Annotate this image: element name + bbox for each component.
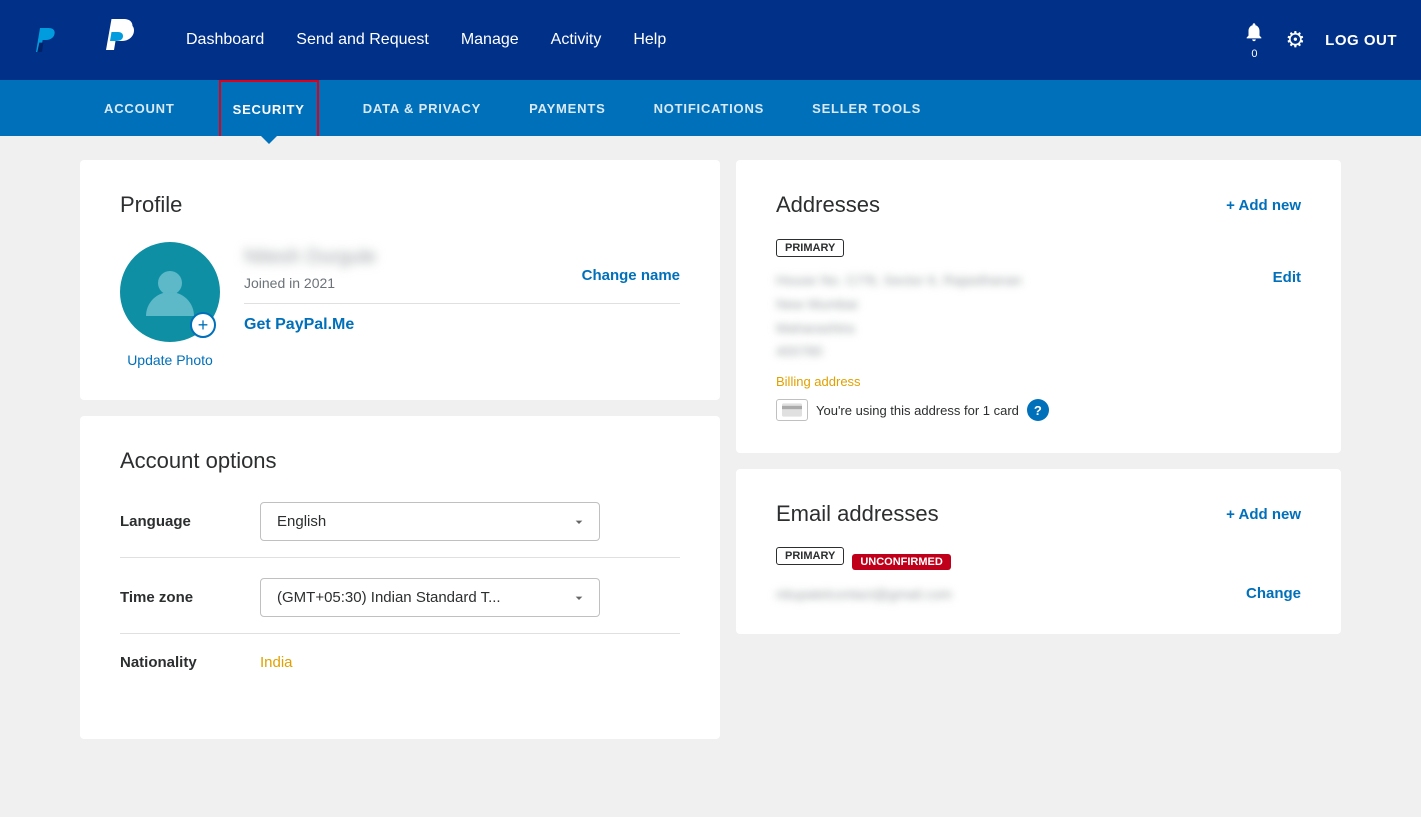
paypal-logo[interactable] [24,20,64,60]
nav-manage[interactable]: Manage [461,31,519,49]
email-unconfirmed-badge: UNCONFIRMED [852,554,951,570]
update-photo-link[interactable]: Update Photo [127,352,213,368]
billing-label: Billing address [776,374,1049,389]
email-header: Email addresses + Add new [776,501,1301,527]
help-icon[interactable]: ? [1027,399,1049,421]
addresses-header: Addresses + Add new [776,192,1301,218]
email-change-link[interactable]: Change [1246,585,1301,602]
address-text: House No. C/78, Sector 6, Rajasthanan Ne… [776,269,1049,364]
subnav-payments[interactable]: PAYMENTS [525,80,609,136]
top-navigation: Dashboard Send and Request Manage Activi… [0,0,1421,80]
bell-count: 0 [1243,48,1265,60]
nationality-row: Nationality India [120,654,680,687]
bell-icon [1243,21,1265,43]
timezone-row: Time zone (GMT+05:30) Indian Standard T.… [120,578,680,634]
account-options-card: Account options Language English Time zo… [80,416,720,739]
subnav-data-privacy[interactable]: DATA & PRIVACY [359,80,485,136]
main-content: Profile + Update Photo Nitesh Durgule [0,136,1421,817]
email-title: Email addresses [776,501,939,527]
nationality-value: India [260,654,680,671]
subnav-notifications[interactable]: NOTIFICATIONS [650,80,769,136]
avatar-circle: + [120,242,220,342]
nav-help[interactable]: Help [633,31,666,49]
logout-button[interactable]: LOG OUT [1325,32,1397,49]
top-nav-links: Dashboard Send and Request Manage Activi… [186,31,1211,49]
avatar-wrap: + Update Photo [120,242,220,368]
profile-divider [244,303,680,304]
nav-send-request[interactable]: Send and Request [296,31,429,49]
nav-dashboard[interactable]: Dashboard [186,31,264,49]
add-email-link[interactable]: + Add new [1226,506,1301,523]
card-usage-row: You're using this address for 1 card ? [776,399,1049,421]
card-icon [776,399,808,421]
email-value: nitupatelcontact@gmail.com [776,586,952,602]
avatar-plus-icon[interactable]: + [190,312,216,338]
nav-activity[interactable]: Activity [551,31,602,49]
address-details: House No. C/78, Sector 6, Rajasthanan Ne… [776,269,1049,421]
notifications-bell[interactable]: 0 [1243,21,1265,60]
address-edit-link[interactable]: Edit [1273,269,1301,421]
timezone-label: Time zone [120,589,260,606]
email-row: nitupatelcontact@gmail.com Change [776,585,1301,602]
profile-card: Profile + Update Photo Nitesh Durgule [80,160,720,400]
get-paypalme-link[interactable]: Get PayPal.Me [244,316,680,334]
left-column: Profile + Update Photo Nitesh Durgule [80,160,720,793]
profile-row: + Update Photo Nitesh Durgule Joined in … [120,242,680,368]
sub-navigation: ACCOUNT SECURITY DATA & PRIVACY PAYMENTS… [0,80,1421,136]
top-nav-right: 0 ⚙ LOG OUT [1243,21,1397,60]
subnav-security[interactable]: SECURITY [219,80,319,136]
card-usage-text: You're using this address for 1 card [816,403,1019,418]
credit-card-icon [782,403,802,417]
timezone-select[interactable]: (GMT+05:30) Indian Standard T... [260,578,600,617]
settings-icon[interactable]: ⚙ [1285,27,1305,53]
language-row: Language English [120,502,680,558]
addresses-card: Addresses + Add new PRIMARY House No. C/… [736,160,1341,453]
email-addresses-card: Email addresses + Add new PRIMARY UNCONF… [736,469,1341,634]
change-name-link[interactable]: Change name [582,267,680,284]
email-primary-badge: PRIMARY [776,547,844,565]
avatar-person-icon [140,262,200,322]
account-options-title: Account options [120,448,680,474]
subnav-seller-tools[interactable]: SELLER TOOLS [808,80,925,136]
addresses-title: Addresses [776,192,880,218]
language-select[interactable]: English [260,502,600,541]
right-column: Addresses + Add new PRIMARY House No. C/… [736,160,1341,793]
address-body: House No. C/78, Sector 6, Rajasthanan Ne… [776,269,1301,421]
profile-title: Profile [120,192,680,218]
profile-info: Nitesh Durgule Joined in 2021 Change nam… [244,242,680,334]
profile-name: Nitesh Durgule [244,246,680,269]
address-primary-badge: PRIMARY [776,239,844,257]
add-address-link[interactable]: + Add new [1226,197,1301,214]
profile-joined: Joined in 2021 [244,275,335,291]
email-badge-row: PRIMARY UNCONFIRMED [776,547,1301,577]
subnav-account[interactable]: ACCOUNT [100,80,179,136]
language-label: Language [120,513,260,530]
nationality-label: Nationality [120,654,260,671]
paypal-p-logo [104,18,138,58]
